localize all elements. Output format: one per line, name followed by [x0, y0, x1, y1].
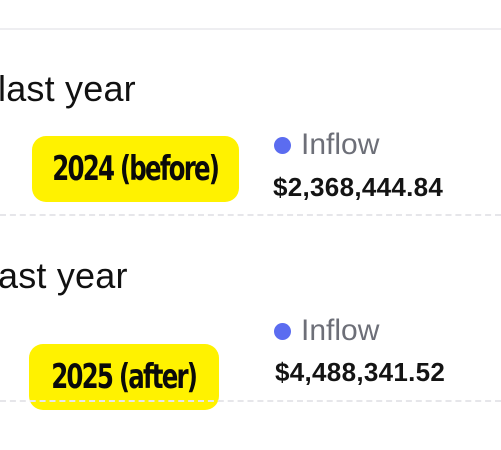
- period-title: ast year: [0, 255, 128, 296]
- inflow-amount: $4,488,341.52: [275, 357, 446, 387]
- legend-label-inflow: Inflow: [301, 314, 380, 347]
- dot-icon: [274, 322, 291, 340]
- bottom-divider: [0, 400, 501, 402]
- year-badge-label: 2025 (after): [51, 357, 199, 397]
- inflow-card-2025: ast year 2025 (after) Inflow $4,488,341.…: [0, 0, 501, 410]
- inflow-legend: Inflow: [274, 314, 379, 348]
